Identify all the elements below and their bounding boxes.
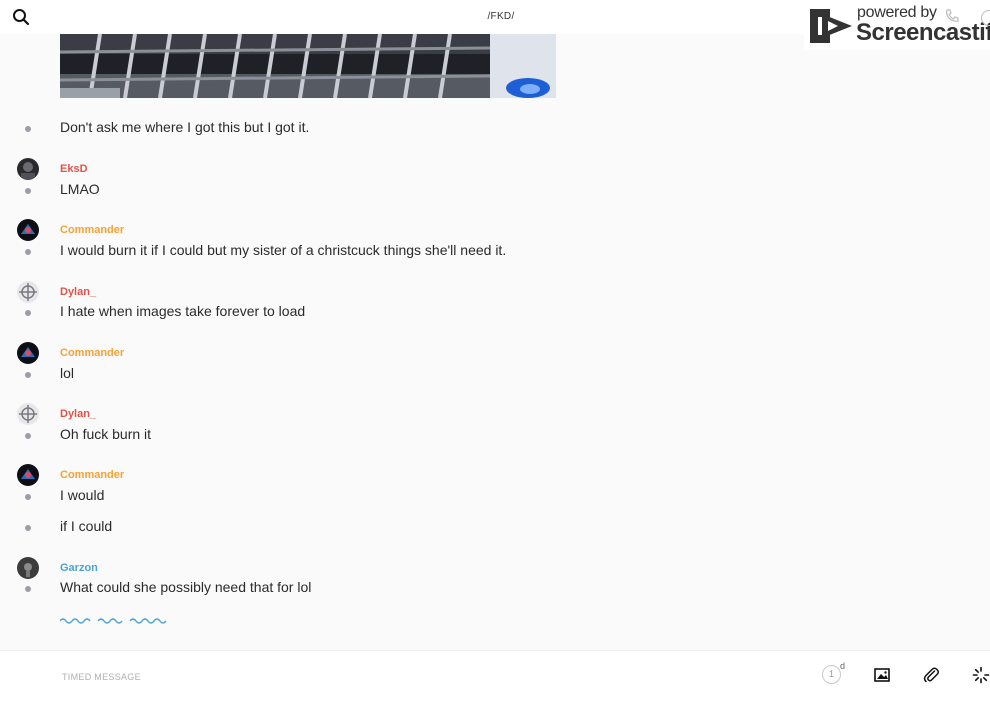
message-text: LMAO xyxy=(60,181,100,197)
message-text: Don't ask me where I got this but I got … xyxy=(60,119,310,135)
message-feed[interactable]: Don't ask me where I got this but I got … xyxy=(0,0,990,650)
avatar[interactable] xyxy=(17,464,39,486)
message-line: I would burn it if I could but my sister… xyxy=(0,241,990,263)
username[interactable]: Dylan_ xyxy=(60,286,96,298)
timer-unit: d xyxy=(840,661,846,671)
avatar[interactable] xyxy=(17,342,39,364)
message-text: if I could xyxy=(60,518,113,534)
username[interactable]: Dylan_ xyxy=(60,408,96,420)
message-bullet xyxy=(25,249,31,255)
message-bullet xyxy=(25,525,31,531)
message-line: I would xyxy=(0,486,990,508)
timer-button[interactable]: 1 d xyxy=(822,661,845,685)
timer-value: 1 xyxy=(822,665,841,684)
screencastify-logo-icon xyxy=(810,9,852,43)
image-icon[interactable] xyxy=(873,666,891,684)
phone-icon xyxy=(945,9,959,22)
message-bullet xyxy=(25,433,31,439)
info-icon xyxy=(981,10,990,26)
message-line: Don't ask me where I got this but I got … xyxy=(0,118,990,140)
message-bullet xyxy=(25,372,31,378)
message-bullet xyxy=(25,310,31,316)
screencastify-watermark: powered by Screencastify xyxy=(804,0,990,50)
username[interactable]: Commander xyxy=(60,224,124,236)
message-bullet xyxy=(25,494,31,500)
message-line: if I could xyxy=(0,517,990,539)
message-text: What could she possibly need that for lo… xyxy=(60,579,312,595)
message-line: LMAO xyxy=(0,180,990,202)
avatar[interactable] xyxy=(17,557,39,579)
message-text: I hate when images take forever to load xyxy=(60,303,306,319)
message-text: lol xyxy=(60,365,75,381)
message-line: lol xyxy=(0,364,990,386)
message-input[interactable] xyxy=(60,661,764,693)
avatar[interactable] xyxy=(17,219,39,241)
username[interactable]: Commander xyxy=(60,347,124,359)
typing-indicator xyxy=(59,612,176,630)
message-text: I would xyxy=(60,487,105,503)
grill-photo xyxy=(60,34,556,98)
username[interactable]: EksD xyxy=(60,163,88,175)
message-line: I hate when images take forever to load xyxy=(0,302,990,324)
spinner-icon[interactable] xyxy=(972,666,990,684)
message-bullet xyxy=(25,188,31,194)
paperclip-icon[interactable] xyxy=(922,666,940,684)
message-line: What could she possibly need that for lo… xyxy=(0,578,990,600)
message-text: I would burn it if I could but my sister… xyxy=(60,242,507,258)
watermark-brand: Screencastify xyxy=(856,19,990,46)
message-line: Oh fuck burn it xyxy=(0,425,990,447)
avatar[interactable] xyxy=(17,281,39,303)
username[interactable]: Commander xyxy=(60,469,124,481)
shared-image[interactable] xyxy=(60,34,556,98)
message-bullet xyxy=(25,586,31,592)
message-bullet xyxy=(25,126,31,132)
avatar[interactable] xyxy=(17,158,39,180)
avatar[interactable] xyxy=(17,403,39,425)
message-text: Oh fuck burn it xyxy=(60,426,152,442)
username[interactable]: Garzon xyxy=(60,562,98,574)
